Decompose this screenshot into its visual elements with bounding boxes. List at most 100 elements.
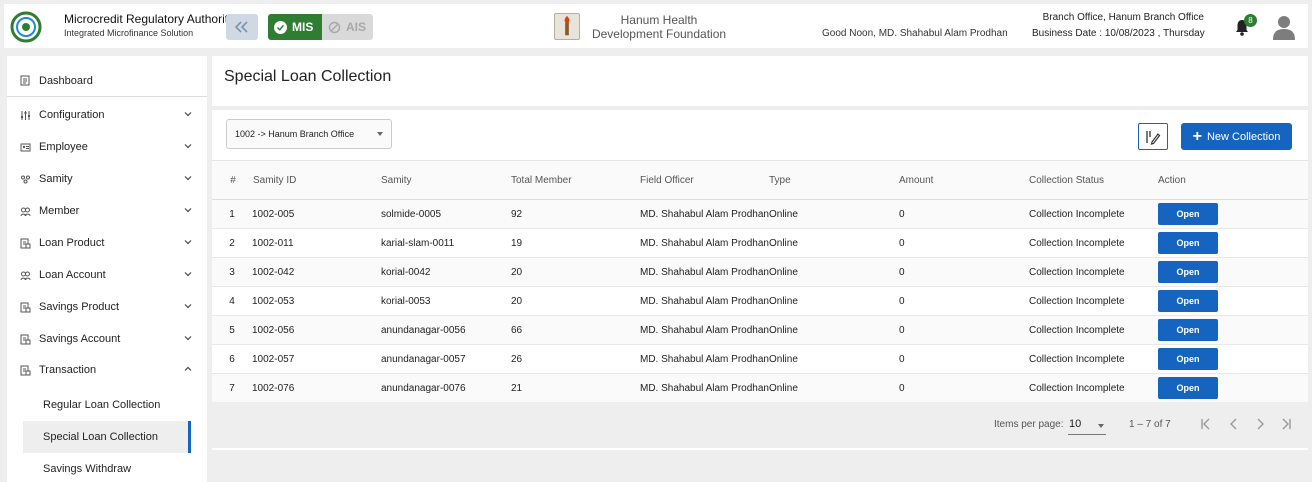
table-cell-status: Collection Incomplete [1029,286,1158,316]
first-page-icon [1201,418,1210,430]
branch-select[interactable]: 1002 -> Hanum Branch Office [226,119,392,149]
last-page-icon [1282,418,1291,430]
chevron-down-icon [184,240,192,245]
chevron-down-icon [184,336,192,341]
table-cell-total-member: 92 [511,199,640,229]
mis-label: MIS [292,20,314,34]
table-cell-status: Collection Incomplete [1029,228,1158,258]
sidebar-item-label: Loan Product [39,237,105,249]
collapse-sidebar-button[interactable] [226,14,258,40]
chevron-down-icon [184,304,192,309]
table-cell-num: 5 [212,315,252,345]
table-cell-num: 3 [212,257,252,287]
table-cell-amount: 0 [899,228,1029,258]
sidebar-subitem-label: Savings Withdraw [43,463,132,475]
sidebar-item-samity[interactable]: Samity [7,163,207,195]
sidebar-subitem-savings-withdraw[interactable]: Savings Withdraw [23,453,191,482]
table-cell-samity-id: 1002-005 [252,199,381,229]
sidebar-subitem-label: Special Loan Collection [43,431,158,443]
table-cell-num: 4 [212,286,252,316]
sidebar-item-label: Transaction [39,364,97,376]
sidebar-item-label: Member [39,205,80,217]
sidebar-subitem-special-loan-collection[interactable]: Special Loan Collection [23,421,191,453]
new-collection-button[interactable]: + New Collection [1181,123,1292,150]
sidebar-item-loan-product[interactable]: Loan Product [7,227,207,259]
column-header: Total Member [511,160,640,200]
sliders-icon [19,109,31,121]
chevron-down-icon [184,144,192,149]
chevron-up-icon [184,366,192,371]
mis-toggle-button[interactable]: MIS [268,14,322,40]
table-row: 3 1002-042 korial-0042 20 MD. Shahabul Alam … [212,257,1308,287]
edit-tools-button[interactable] [1138,123,1168,150]
open-button[interactable]: Open [1158,203,1218,225]
column-header: Type [769,160,899,200]
items-per-page-select[interactable]: 10 [1068,415,1106,435]
id-card-icon [19,141,31,153]
sidebar-item-label: Savings Account [39,333,121,345]
table-header-row: # Samity ID Samity Total Member Field Of… [212,160,1308,200]
table-cell-action: Open [1158,257,1308,287]
sidebar-item-transaction[interactable]: Transaction [7,354,207,386]
table-cell-samity-id: 1002-053 [252,286,381,316]
sidebar-subitem-label: Regular Loan Collection [43,399,161,411]
table-cell-type: Online [769,344,899,374]
sidebar-item-member[interactable]: Member [7,195,207,227]
table-cell-num: 6 [212,344,252,374]
sidebar-item-employee[interactable]: Employee [7,131,207,163]
next-page-button[interactable] [1252,416,1268,432]
table-cell-status: Collection Incomplete [1029,315,1158,345]
app-header: Microcredit Regulatory Authority Integra… [4,4,1308,48]
dropdown-caret-icon [1098,424,1104,428]
table-cell-total-member: 19 [511,228,640,258]
open-button[interactable]: Open [1158,319,1218,341]
document-icon [19,364,31,376]
table-cell-type: Online [769,228,899,258]
table-cell-samity: karial-slam-0011 [381,228,511,258]
column-header: Samity [381,160,511,200]
page-title: Special Loan Collection [224,68,392,85]
open-button[interactable]: Open [1158,261,1218,283]
table-cell-amount: 0 [899,373,1029,403]
first-page-button[interactable] [1198,416,1214,432]
sidebar-subitem-regular-loan-collection[interactable]: Regular Loan Collection [23,389,191,421]
sidebar-item-dashboard[interactable]: Dashboard [7,65,207,97]
chevron-down-icon [184,208,192,213]
open-button[interactable]: Open [1158,232,1218,254]
column-header: Field Officer [640,160,769,200]
table-cell-action: Open [1158,315,1308,345]
sidebar-item-configuration[interactable]: Configuration [7,99,207,131]
user-avatar-icon[interactable] [1272,14,1296,40]
table-cell-field-officer: MD. Shahabul Alam Prodhan [640,257,769,287]
open-button[interactable]: Open [1158,290,1218,312]
table-cell-samity: korial-0053 [381,286,511,316]
table-row: 7 1002-076 anundanagar-0076 21 MD. Shahabul … [212,373,1308,403]
table-cell-field-officer: MD. Shahabul Alam Prodhan [640,228,769,258]
table-row: 5 1002-056 anundanagar-0056 66 MD. Shahabul … [212,315,1308,345]
last-page-button[interactable] [1278,416,1294,432]
table-row: 1 1002-005 solmide-0005 92 MD. Shahabul Alam… [212,199,1308,229]
chevron-right-icon [1257,418,1264,430]
open-button[interactable]: Open [1158,348,1218,370]
previous-page-button[interactable] [1226,416,1242,432]
table-cell-samity: anundanagar-0076 [381,373,511,403]
ais-toggle-button[interactable]: AIS [322,14,373,40]
table-cell-total-member: 20 [511,257,640,287]
table-cell-type: Online [769,199,899,229]
sidebar-item-savings-account[interactable]: Savings Account [7,323,207,355]
sidebar-item-loan-account[interactable]: Loan Account [7,259,207,291]
org-title: Microcredit Regulatory Authority [64,12,235,26]
table-cell-amount: 0 [899,257,1029,287]
sidebar-item-savings-product[interactable]: Savings Product [7,291,207,323]
table-cell-samity: anundanagar-0056 [381,315,511,345]
table-cell-action: Open [1158,373,1308,403]
table-cell-field-officer: MD. Shahabul Alam Prodhan [640,344,769,374]
plus-icon: + [1192,127,1202,145]
open-button[interactable]: Open [1158,377,1218,399]
members-icon [19,269,31,281]
table-cell-amount: 0 [899,315,1029,345]
table-cell-status: Collection Incomplete [1029,257,1158,287]
sidebar-item-label: Employee [39,141,88,153]
sidebar: Dashboard Configuration Employee Samity … [7,56,207,482]
double-chevron-left-icon [234,21,248,33]
